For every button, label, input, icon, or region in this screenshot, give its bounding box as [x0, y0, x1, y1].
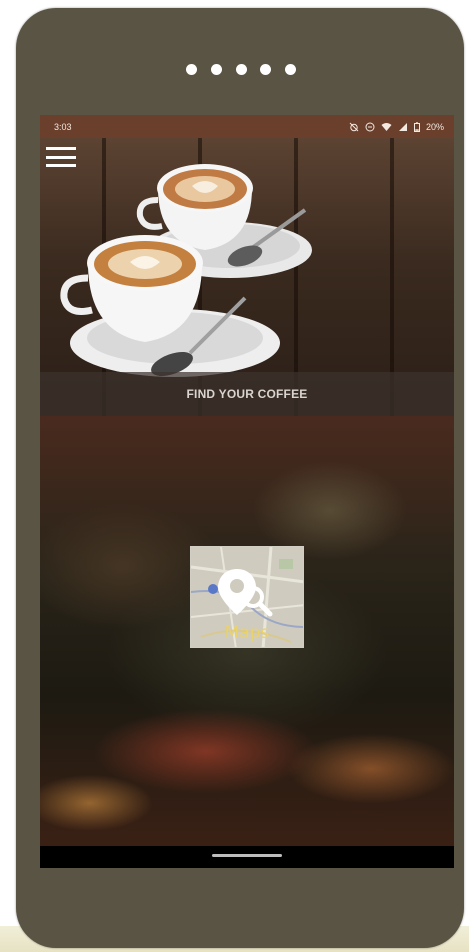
- app-screen: 3:03 20% FIND YOUR COFFEE Maps: [40, 115, 454, 868]
- speaker-dots: [186, 64, 296, 76]
- navigation-bar: [40, 846, 454, 868]
- signal-icon: [398, 122, 407, 131]
- menu-line: [46, 164, 76, 167]
- status-bar: 3:03 20%: [40, 115, 454, 138]
- find-your-coffee-label: FIND YOUR COFFEE: [186, 387, 308, 401]
- speaker-dot: [186, 64, 197, 75]
- maps-button[interactable]: Maps: [190, 546, 304, 648]
- speaker-dot: [260, 64, 272, 75]
- status-icons: 20%: [349, 122, 444, 132]
- muted-alarm-icon: [349, 122, 359, 131]
- battery-icon: [413, 121, 420, 132]
- hero-banner[interactable]: FIND YOUR COFFEE: [40, 138, 454, 416]
- wifi-icon: [381, 122, 392, 131]
- blurred-cafe-background: Maps: [40, 416, 454, 846]
- maps-label: Maps: [224, 623, 270, 643]
- hero-caption: FIND YOUR COFFEE: [40, 372, 454, 416]
- battery-percent: 20%: [425, 121, 444, 132]
- menu-line: [46, 155, 76, 159]
- speaker-dot: [285, 64, 296, 75]
- phone-frame: 3:03 20% FIND YOUR COFFEE Maps: [16, 8, 464, 948]
- status-time: 3:03: [54, 121, 72, 132]
- home-indicator[interactable]: [212, 854, 282, 857]
- speaker-dot: [210, 64, 222, 75]
- speaker-dot: [235, 64, 247, 75]
- hamburger-menu-icon[interactable]: [46, 145, 78, 169]
- menu-line: [46, 147, 76, 150]
- do-not-disturb-icon: [365, 122, 375, 131]
